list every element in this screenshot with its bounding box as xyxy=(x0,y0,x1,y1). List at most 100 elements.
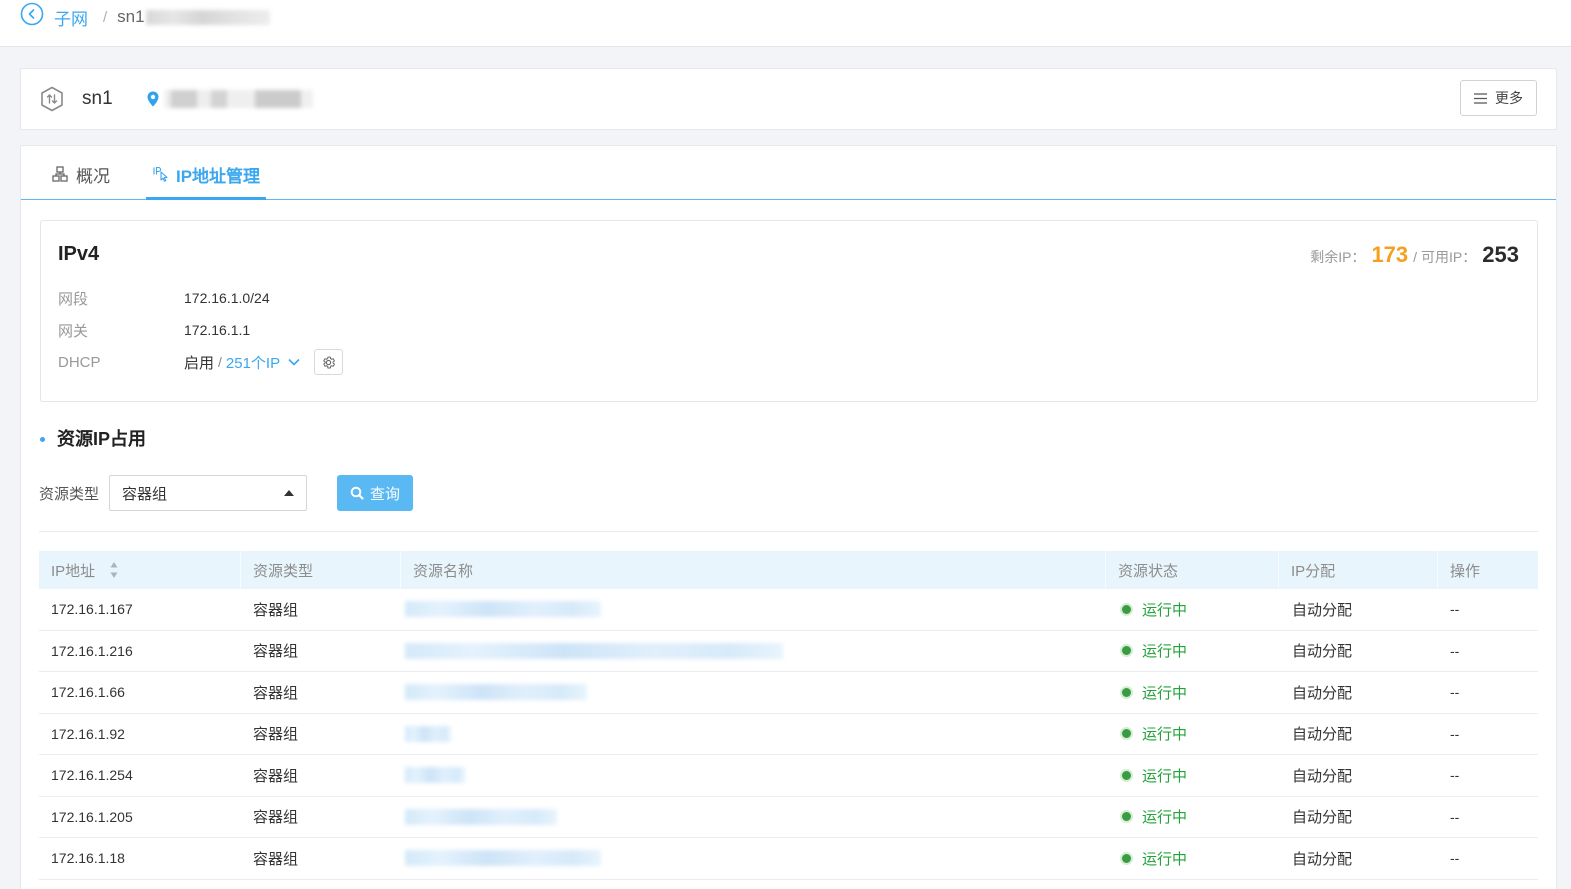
redacted-resource-name-link[interactable] xyxy=(405,642,783,659)
redacted-resource-name-link[interactable] xyxy=(405,725,451,742)
redacted-resource-name-link[interactable] xyxy=(405,850,601,867)
cell-resource-name xyxy=(400,797,1105,838)
table-row: 172.16.1.254 容器组 运行中 自动分配 -- xyxy=(39,755,1538,797)
cell-resource-type: 容器组 xyxy=(253,726,299,744)
cell-resource-status: 运行中 xyxy=(1105,797,1278,838)
cell-ip-allocation: 自动分配 xyxy=(1292,726,1353,744)
redacted-subnet-suffix xyxy=(145,9,270,25)
gateway-label: 网关 xyxy=(58,322,89,340)
resource-ip-section-title: 资源IP占用 xyxy=(40,426,146,450)
query-button[interactable]: 查询 xyxy=(337,475,413,511)
cell-ip-address: 172.16.1.254 xyxy=(51,767,133,784)
tab-overview[interactable]: 概况 xyxy=(46,146,116,199)
ipv4-panel: IPv4 剩余IP： 173 / 可用IP： 253 网段 172.16.1.0… xyxy=(40,220,1538,402)
cell-resource-name xyxy=(400,631,1105,672)
resource-type-select[interactable]: 容器组 xyxy=(109,475,307,511)
dhcp-separator: / xyxy=(218,354,222,370)
status-dot-icon xyxy=(1120,602,1133,616)
available-ip-value: 253 xyxy=(1482,242,1519,267)
cell-resource-type: 容器组 xyxy=(253,809,299,827)
cell-resource-name xyxy=(400,755,1105,796)
status-dot-icon xyxy=(1120,851,1133,865)
dhcp-pool-link[interactable]: 251个IP xyxy=(226,352,280,373)
column-header-resource-status: 资源状态 xyxy=(1105,551,1278,589)
more-button-label: 更多 xyxy=(1495,90,1523,106)
section-bullet xyxy=(40,437,45,442)
caret-up-icon xyxy=(284,490,294,496)
status-text: 运行中 xyxy=(1142,809,1188,827)
column-header-resource-name: 资源名称 xyxy=(400,551,1105,589)
cell-actions: -- xyxy=(1450,725,1460,742)
tab-ip-management[interactable]: IP地址管理 xyxy=(146,146,267,200)
main-card: 概况 IP地址管理 IPv4 剩余IP： 173 / 可用IP： 253 网段 … xyxy=(20,145,1557,889)
subnet-label: 网段 xyxy=(58,290,89,308)
tab-ip-management-label: IP地址管理 xyxy=(176,166,261,186)
cell-ip-address: 172.16.1.92 xyxy=(51,725,125,742)
cell-resource-type: 容器组 xyxy=(253,850,299,868)
status-dot-icon xyxy=(1120,685,1133,699)
cell-resource-type: 容器组 xyxy=(253,601,299,619)
dhcp-label: DHCP xyxy=(58,353,101,371)
subnet-name: sn1 xyxy=(82,88,113,109)
dhcp-status: 启用 xyxy=(184,354,215,372)
cell-resource-type: 容器组 xyxy=(253,684,299,702)
table-row: 172.16.1.205 容器组 运行中 自动分配 -- xyxy=(39,797,1538,838)
cell-actions: -- xyxy=(1450,850,1460,867)
redacted-resource-name-link[interactable] xyxy=(405,808,557,825)
breadcrumb-separator: / xyxy=(103,8,108,26)
cell-ip-allocation: 自动分配 xyxy=(1292,643,1353,661)
resource-filter: 资源类型 容器组 查询 xyxy=(39,475,413,511)
cell-resource-status: 运行中 xyxy=(1105,755,1278,796)
breadcrumb: 子网 / sn1 xyxy=(20,2,270,31)
table-row: 172.16.1.92 容器组 运行中 自动分配 -- xyxy=(39,714,1538,755)
breadcrumb-current: sn1 xyxy=(117,7,270,27)
chevron-down-icon[interactable] xyxy=(288,358,300,366)
status-dot-icon xyxy=(1120,768,1133,782)
sitemap-icon xyxy=(52,166,68,182)
status-text: 运行中 xyxy=(1142,850,1188,868)
cell-actions: -- xyxy=(1450,601,1460,618)
resource-ip-table: IP地址 资源类型 资源名称 资源状态 IP分配 操作 172.16.1.167… xyxy=(39,551,1538,880)
redacted-resource-name-link[interactable] xyxy=(405,767,465,784)
cell-ip-allocation: 自动分配 xyxy=(1292,684,1353,702)
cell-actions: -- xyxy=(1450,767,1460,784)
cell-actions: -- xyxy=(1450,808,1460,825)
back-circle-icon[interactable] xyxy=(20,2,44,26)
divider xyxy=(39,531,1538,532)
cell-ip-allocation: 自动分配 xyxy=(1292,601,1353,619)
table-row: 172.16.1.167 容器组 运行中 自动分配 -- xyxy=(39,589,1538,631)
field-dhcp: DHCP 启用 / 251个IP xyxy=(58,346,344,378)
search-icon xyxy=(350,486,364,500)
cell-actions: -- xyxy=(1450,684,1460,701)
redacted-resource-name-link[interactable] xyxy=(405,684,587,701)
status-text: 运行中 xyxy=(1142,726,1188,744)
status-dot-icon xyxy=(1120,727,1133,741)
cell-ip-address: 172.16.1.18 xyxy=(51,850,125,867)
breadcrumb-bar: 子网 / sn1 xyxy=(0,0,1571,47)
subnet-header-info: sn1 xyxy=(40,69,313,129)
cell-resource-status: 运行中 xyxy=(1105,838,1278,879)
cell-resource-name xyxy=(400,838,1105,879)
resource-type-selected: 容器组 xyxy=(122,485,168,503)
more-button[interactable]: 更多 xyxy=(1460,80,1537,116)
cell-actions: -- xyxy=(1450,642,1460,659)
cell-resource-type: 容器组 xyxy=(253,643,299,661)
column-header-ip[interactable]: IP地址 xyxy=(39,551,240,589)
sort-icon[interactable] xyxy=(110,561,118,579)
location-pin-icon xyxy=(147,91,159,107)
cell-resource-name xyxy=(400,672,1105,713)
breadcrumb-link-subnet[interactable]: 子网 xyxy=(54,5,88,30)
redacted-resource-name-link[interactable] xyxy=(405,601,601,618)
field-gateway: 网关 172.16.1.1 xyxy=(58,314,250,346)
menu-lines-icon xyxy=(1474,92,1487,104)
cell-resource-status: 运行中 xyxy=(1105,672,1278,713)
status-text: 运行中 xyxy=(1142,767,1188,785)
breadcrumb-current-name: sn1 xyxy=(117,7,145,26)
column-header-actions: 操作 xyxy=(1437,551,1538,589)
dhcp-settings-button[interactable] xyxy=(314,349,344,375)
cell-resource-type: 容器组 xyxy=(253,767,299,785)
cell-resource-name xyxy=(400,714,1105,755)
table-row: 172.16.1.18 容器组 运行中 自动分配 -- xyxy=(39,838,1538,880)
cell-resource-status: 运行中 xyxy=(1105,631,1278,672)
cell-ip-address: 172.16.1.167 xyxy=(51,601,133,618)
